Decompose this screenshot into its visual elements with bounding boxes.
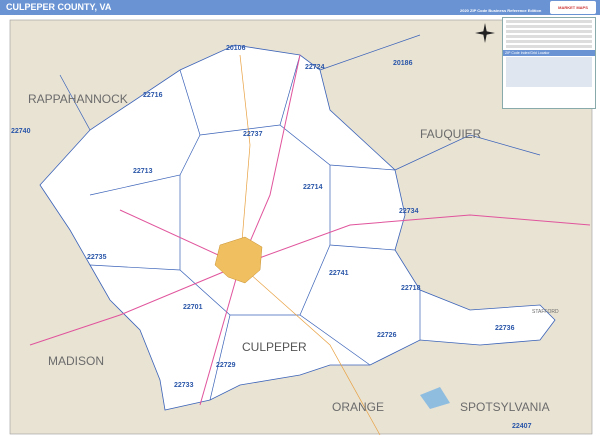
zip-label: 22716: [143, 92, 163, 99]
zip-label: 22713: [133, 168, 153, 175]
edition-subtitle: 2020 ZIP Code Business Reference Edition: [460, 8, 542, 13]
zip-label: 22718: [401, 285, 421, 292]
zip-label: 22734: [399, 208, 419, 215]
zip-label: 20186: [393, 60, 413, 67]
zip-label: 22701: [183, 304, 203, 311]
county-label: STAFFORD: [532, 309, 559, 315]
header: CULPEPER COUNTY, VA 2020 ZIP Code Busine…: [0, 0, 600, 15]
zip-label: 22736: [495, 325, 515, 332]
zip-label: 22407: [512, 423, 532, 430]
zip-label: 22714: [303, 184, 323, 191]
zip-label: 22741: [329, 270, 349, 277]
zip-index-title: ZIP Code Index/Grid Locator: [503, 50, 595, 56]
zip-label: 22724: [305, 64, 325, 71]
zip-label: 22726: [377, 332, 397, 339]
zip-label: 22735: [87, 254, 107, 261]
county-label: CULPEPER: [242, 340, 307, 354]
zip-label: 22737: [243, 131, 263, 138]
zip-index-table: [506, 57, 592, 87]
county-label: ORANGE: [332, 400, 384, 414]
zip-label: 22733: [174, 382, 194, 389]
county-label: SPOTSYLVANIA: [460, 400, 550, 414]
map-title: CULPEPER COUNTY, VA: [6, 2, 112, 12]
county-label: MADISON: [48, 354, 104, 368]
map-legend: ZIP Code Index/Grid Locator: [502, 17, 596, 109]
zip-label: 22729: [216, 362, 236, 369]
zip-label: 22740: [11, 128, 31, 135]
county-label: RAPPAHANNOCK: [28, 92, 128, 106]
county-label: FAUQUIER: [420, 127, 482, 141]
zip-label: 20106: [226, 45, 246, 52]
brand-logo: MARKET MAPS: [550, 1, 596, 14]
